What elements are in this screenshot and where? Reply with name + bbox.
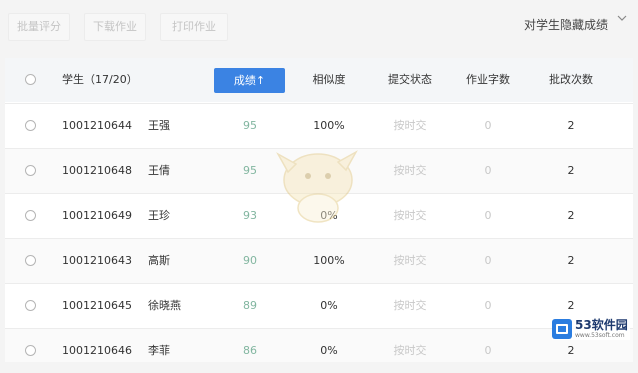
student-id: 1001210648	[62, 164, 132, 177]
watermark-url: www.53soft.com	[575, 332, 625, 339]
student-similarity: 0%	[320, 299, 338, 312]
row-select-radio[interactable]	[25, 210, 36, 221]
hide-scores-dropdown[interactable]: 对学生隐藏成绩	[523, 15, 627, 33]
hide-scores-label: 对学生隐藏成绩	[523, 18, 608, 32]
review-count: 2	[567, 119, 575, 132]
table-row[interactable]: 1001210643 高斯 90 100% 按时交 0 2	[5, 238, 633, 283]
student-id: 1001210649	[62, 209, 132, 222]
student-id: 1001210643	[62, 254, 132, 267]
print-homework-button[interactable]: 打印作业	[160, 13, 228, 41]
review-count: 2	[567, 209, 575, 222]
mascot-watermark-icon	[274, 146, 360, 226]
sort-by-score-button[interactable]: 成绩↑	[214, 68, 285, 93]
brand-logo-icon	[552, 319, 572, 339]
word-count: 0	[484, 299, 492, 312]
watermark-brand: 53软件园	[575, 318, 628, 332]
student-name: 王强	[148, 119, 170, 132]
header-similarity[interactable]: 相似度	[299, 58, 359, 102]
batch-review-button[interactable]: 批量评分	[8, 13, 70, 41]
submission-status: 按时交	[393, 164, 427, 177]
student-name: 徐晓燕	[148, 299, 181, 312]
word-count: 0	[484, 119, 492, 132]
student-score[interactable]: 86	[215, 329, 285, 373]
download-homework-button[interactable]: 下载作业	[84, 13, 146, 41]
chevron-down-icon	[616, 12, 628, 28]
header-review-count[interactable]: 批改次数	[536, 58, 606, 102]
student-similarity: 100%	[313, 119, 345, 132]
submission-status: 按时交	[393, 299, 427, 312]
student-id: 1001210644	[62, 119, 132, 132]
student-name: 李菲	[148, 344, 170, 357]
submission-status: 按时交	[393, 344, 427, 357]
table-row[interactable]: 1001210646 李菲 86 0% 按时交 0 2	[5, 328, 633, 362]
row-select-radio[interactable]	[25, 255, 36, 266]
word-count: 0	[484, 209, 492, 222]
table-row[interactable]: 1001210645 徐晓燕 89 0% 按时交 0 2	[5, 283, 633, 328]
submission-status: 按时交	[393, 119, 427, 132]
header-status[interactable]: 提交状态	[375, 58, 445, 102]
header-word-count[interactable]: 作业字数	[455, 58, 521, 102]
row-select-radio[interactable]	[25, 300, 36, 311]
select-all-radio[interactable]	[25, 74, 36, 85]
row-select-radio[interactable]	[25, 345, 36, 356]
student-name: 高斯	[148, 254, 170, 267]
site-watermark-logo: 53软件园 www.53soft.com	[552, 318, 630, 340]
row-select-radio[interactable]	[25, 120, 36, 131]
student-id: 1001210646	[62, 344, 132, 357]
table-row[interactable]: 1001210644 王强 95 100% 按时交 0 2	[5, 103, 633, 148]
student-score[interactable]: 89	[215, 284, 285, 328]
header-student: 学生（17/20）	[62, 73, 138, 86]
student-name: 王倩	[148, 164, 170, 177]
table-header: 学生（17/20） 成绩↑ 相似度 提交状态 作业字数 批改次数	[5, 58, 633, 102]
word-count: 0	[484, 254, 492, 267]
student-similarity: 0%	[320, 344, 338, 357]
word-count: 0	[484, 344, 492, 357]
student-id: 1001210645	[62, 299, 132, 312]
review-count: 2	[567, 164, 575, 177]
student-score[interactable]: 90	[215, 239, 285, 283]
student-score[interactable]: 95	[215, 104, 285, 148]
word-count: 0	[484, 164, 492, 177]
submission-status: 按时交	[393, 254, 427, 267]
student-name: 王珍	[148, 209, 170, 222]
submission-status: 按时交	[393, 209, 427, 222]
student-similarity: 100%	[313, 254, 345, 267]
row-select-radio[interactable]	[25, 165, 36, 176]
review-count: 2	[567, 254, 575, 267]
toolbar: 批量评分 下载作业 打印作业 对学生隐藏成绩	[0, 0, 638, 50]
